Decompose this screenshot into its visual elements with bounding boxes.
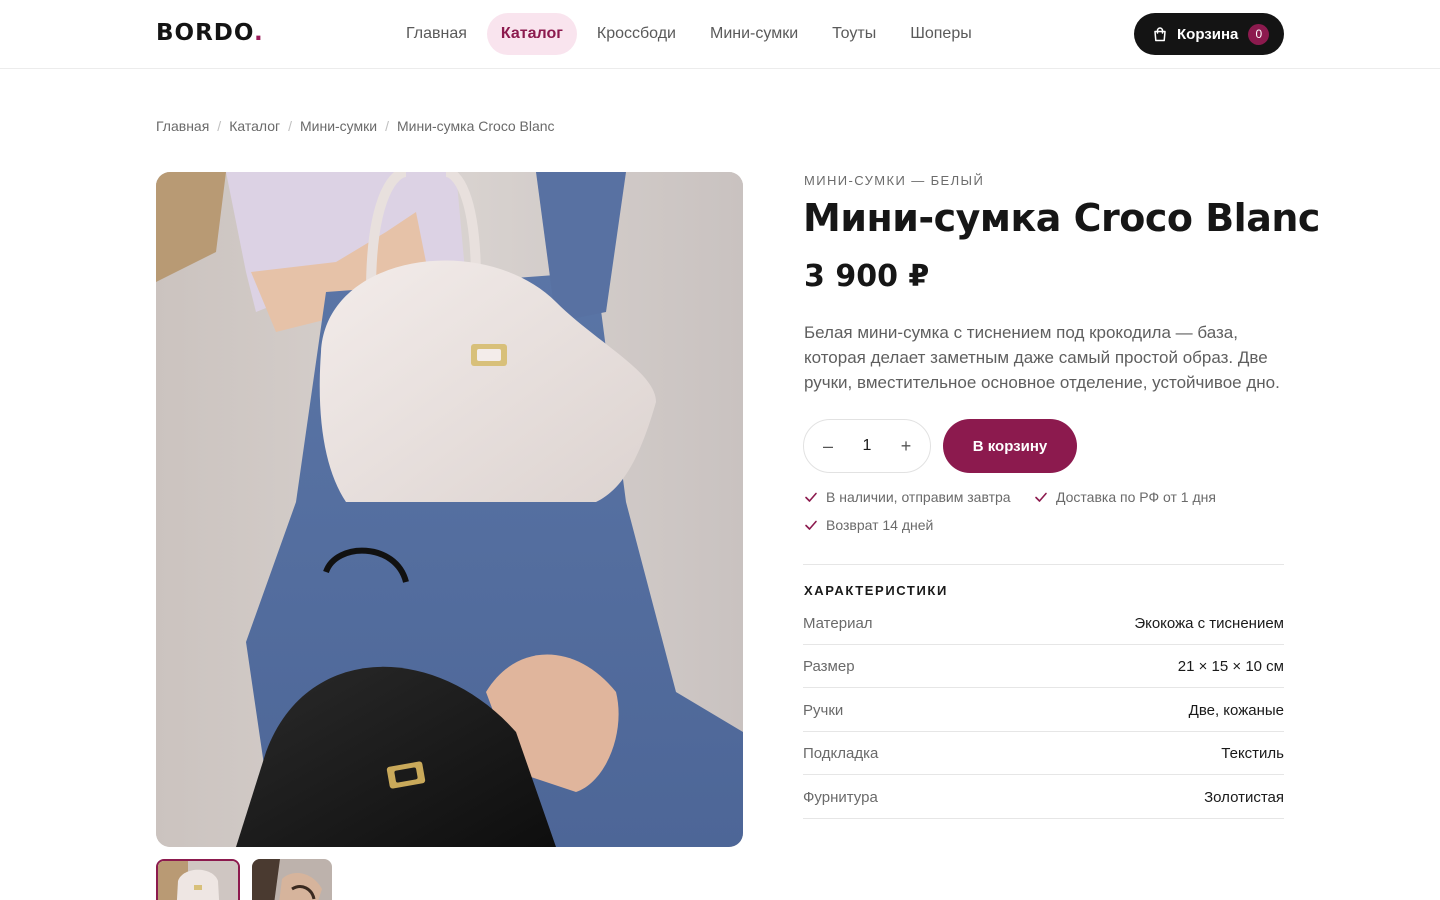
check-icon (805, 492, 817, 502)
specs-divider (803, 564, 1284, 565)
cart-label: Корзина (1177, 25, 1239, 43)
spec-value: Две, кожаные (1188, 701, 1284, 719)
spec-row-handles: Ручки Две, кожаные (803, 688, 1284, 732)
quantity-decrease-button[interactable]: – (820, 436, 836, 457)
thumbnail-2[interactable] (252, 859, 332, 900)
spec-row-lining: Подкладка Текстиль (803, 731, 1284, 775)
spec-row-hardware: Фурнитура Золотистая (803, 775, 1284, 819)
logo[interactable]: BORDO. (156, 20, 264, 46)
perk-label: В наличии, отправим завтра (826, 489, 1011, 505)
quantity-value[interactable]: 1 (863, 437, 872, 455)
breadcrumb-separator: / (288, 118, 292, 134)
nav-item-mini-bags[interactable]: Мини-сумки (696, 13, 812, 55)
nav-item-totes[interactable]: Тоуты (818, 13, 890, 55)
logo-dot: . (253, 20, 264, 46)
spec-key: Материал (803, 614, 873, 632)
nav-item-home[interactable]: Главная (392, 13, 481, 55)
perk-returns: Возврат 14 дней (804, 517, 933, 533)
spec-key: Размер (803, 657, 855, 675)
product-main-image[interactable] (156, 172, 743, 847)
breadcrumb-catalog[interactable]: Каталог (229, 118, 280, 134)
thumbnail-1[interactable] (156, 859, 240, 900)
main-nav: Главная Каталог Кроссбоди Мини-сумки Тоу… (392, 13, 992, 55)
nav-item-shoppers[interactable]: Шоперы (896, 13, 986, 55)
perk-delivery: Доставка по РФ от 1 дня (1034, 489, 1216, 505)
thumbnail-image (158, 861, 238, 900)
specs-title: ХАРАКТЕРИСТИКИ (804, 583, 948, 598)
spec-key: Ручки (803, 701, 844, 719)
spec-key: Подкладка (803, 744, 879, 762)
product-description: Белая мини-сумка с тиснением под крокоди… (804, 323, 1280, 392)
perk-in-stock: В наличии, отправим завтра (804, 489, 1011, 505)
logo-text: BORDO (156, 20, 254, 46)
check-icon (1035, 492, 1047, 502)
product-title: Мини-сумка Croco Blanc (803, 196, 1320, 240)
spec-value: 21 × 15 × 10 см (1177, 657, 1284, 675)
spec-row-material: Материал Экокожа с тиснением (803, 601, 1284, 645)
cart-button[interactable]: Корзина 0 (1134, 13, 1284, 55)
cart-count-badge: 0 (1248, 23, 1270, 45)
spec-value: Золотистая (1204, 788, 1284, 806)
spec-key: Фурнитура (803, 788, 878, 806)
nav-item-catalog[interactable]: Каталог (486, 13, 577, 55)
perk-label: Доставка по РФ от 1 дня (1056, 489, 1216, 505)
breadcrumb-current: Мини-сумка Croco Blanc (396, 118, 555, 134)
breadcrumb: Главная / Каталог / Мини-сумки / Мини-су… (156, 118, 555, 134)
product-price: 3 900 ₽ (804, 259, 930, 294)
spec-value: Текстиль (1221, 744, 1284, 762)
spec-row-size: Размер 21 × 15 × 10 см (803, 644, 1284, 688)
product-photo (156, 172, 743, 847)
breadcrumb-home[interactable]: Главная (156, 118, 209, 134)
nav-item-crossbody[interactable]: Кроссбоди (583, 13, 690, 55)
thumbnail-strip (156, 859, 332, 900)
quantity-stepper: – 1 + (803, 419, 931, 473)
breadcrumb-separator: / (217, 118, 222, 134)
quantity-increase-button[interactable]: + (898, 436, 914, 457)
shopping-bag-icon (1154, 27, 1166, 42)
breadcrumb-mini-bags[interactable]: Мини-сумки (300, 118, 377, 134)
check-icon (805, 520, 817, 530)
spec-value: Экокожа с тиснением (1134, 614, 1284, 632)
site-header: BORDO. Главная Каталог Кроссбоди Мини-су… (0, 0, 1440, 69)
add-to-cart-button[interactable]: В корзину (943, 419, 1077, 473)
product-category: МИНИ-СУМКИ — БЕЛЫЙ (804, 173, 985, 188)
thumbnail-image (252, 859, 332, 900)
breadcrumb-separator: / (385, 118, 389, 134)
perk-label: Возврат 14 дней (826, 517, 934, 533)
spec-divider (803, 818, 1284, 819)
